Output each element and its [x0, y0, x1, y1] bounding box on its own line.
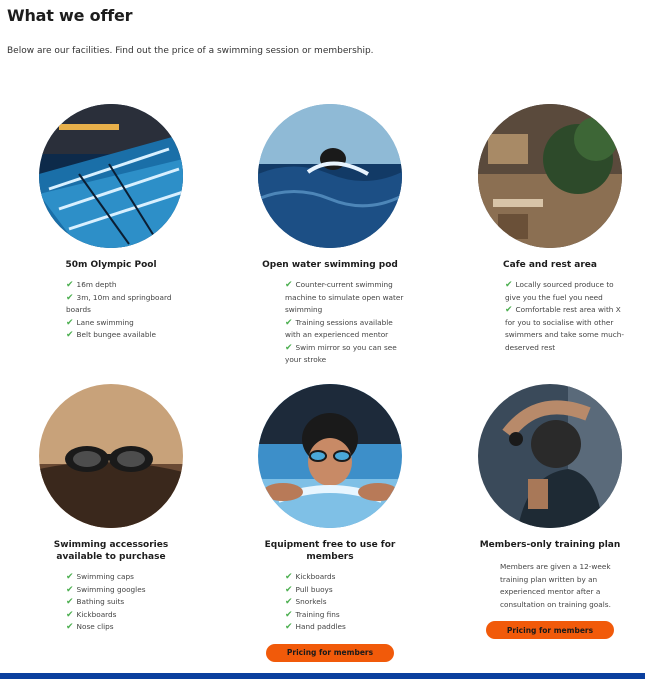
- check-icon: ✔: [66, 572, 74, 582]
- list-item: ✔ Hand paddles: [285, 622, 346, 632]
- card-title: Cafe and rest area: [503, 260, 597, 270]
- check-icon: ✔: [285, 584, 293, 595]
- list-item: ✔ Counter-current swimming machine to sim…: [285, 280, 404, 314]
- cafe-image: [478, 104, 622, 248]
- check-icon: ✔: [285, 622, 293, 632]
- list-item: ✔ Swim mirror so you can see your stroke: [285, 342, 397, 365]
- goggles-image: [39, 384, 183, 528]
- check-icon: ✔: [505, 305, 513, 315]
- check-icon: ✔: [66, 330, 74, 340]
- check-icon: ✔: [285, 280, 293, 290]
- card-title: Swimming accessories available to purcha…: [53, 540, 169, 562]
- list-item: ✔ Pull buoys: [285, 584, 333, 595]
- list-item: ✔ Training sessions available with an exp…: [285, 317, 393, 340]
- facility-card-cafe: Cafe and rest area ✔ Locally sourced prod…: [450, 104, 645, 354]
- feature-list: ✔ Locally sourced produce to give you the…: [450, 279, 625, 354]
- facility-card-open-water: Open water swimming pod ✔ Counter-current…: [230, 104, 430, 367]
- check-icon: ✔: [66, 622, 74, 632]
- card-title: Members-only training plan: [479, 540, 621, 550]
- list-item: ✔ Kickboards: [66, 609, 117, 620]
- check-icon: ✔: [505, 280, 513, 290]
- list-item: ✔ Lane swimming: [66, 317, 134, 328]
- stretching-image: [478, 384, 622, 528]
- list-item: ✔ Kickboards: [285, 572, 336, 582]
- check-icon: ✔: [285, 342, 293, 353]
- pricing-for-members-button[interactable]: Pricing for members: [266, 643, 394, 662]
- facility-card-pool: 50m Olympic Pool ✔ 16m depth ✔ 3m, 10m and…: [11, 104, 211, 342]
- check-icon: ✔: [66, 597, 74, 607]
- pool-image: [39, 104, 183, 248]
- footer-bar: [0, 673, 645, 679]
- list-item: ✔ Locally sourced produce to give you the…: [505, 280, 614, 302]
- feature-list: ✔ Kickboards ✔ Pull buoys ✔ Snorkels ✔ Train…: [230, 571, 405, 634]
- list-item: ✔ Belt bungee available: [66, 330, 156, 340]
- list-item: ✔ 3m, 10m and springboard boards: [66, 292, 172, 315]
- facility-card-accessories: Swimming accessories available to purcha…: [11, 384, 211, 634]
- list-item: ✔ Swimming googles: [66, 584, 146, 595]
- list-item: ✔ Swimming caps: [66, 572, 134, 582]
- check-icon: ✔: [66, 280, 74, 290]
- page-title: What we offer: [7, 6, 133, 25]
- open-water-image: [258, 104, 402, 248]
- card-title: Open water swimming pod: [262, 260, 398, 270]
- facility-card-equipment: Equipment free to use for members ✔ Kickb…: [230, 384, 430, 662]
- card-description: Members are given a 12-week training pla…: [500, 562, 611, 609]
- card-title: Equipment free to use for members: [264, 540, 396, 562]
- pricing-for-members-button[interactable]: Pricing for members: [486, 621, 614, 639]
- list-item: ✔ Snorkels: [285, 597, 327, 607]
- list-item: ✔ Nose clips: [66, 622, 114, 632]
- feature-list: ✔ Counter-current swimming machine to sim…: [230, 279, 405, 367]
- feature-list: ✔ 16m depth ✔ 3m, 10m and springboard boar…: [11, 279, 186, 342]
- facility-card-training-plan: Members-only training plan Members are g…: [450, 384, 645, 639]
- check-icon: ✔: [66, 609, 74, 620]
- list-item: ✔ 16m depth: [66, 280, 117, 290]
- check-icon: ✔: [66, 292, 74, 303]
- card-title: 50m Olympic Pool: [65, 260, 157, 270]
- check-icon: ✔: [285, 609, 293, 620]
- check-icon: ✔: [66, 584, 74, 595]
- intro-text: Below are our facilities. Find out the p…: [7, 46, 374, 56]
- list-item: ✔ Bathing suits: [66, 597, 125, 607]
- check-icon: ✔: [285, 317, 293, 328]
- check-icon: ✔: [285, 597, 293, 607]
- list-item: ✔ Comfortable rest area with X for you to…: [505, 305, 624, 352]
- list-item: ✔ Training fins: [285, 609, 340, 620]
- check-icon: ✔: [285, 572, 293, 582]
- check-icon: ✔: [66, 317, 74, 328]
- feature-list: ✔ Swimming caps ✔ Swimming googles ✔ Bathin…: [11, 571, 186, 634]
- swimmer-image: [258, 384, 402, 528]
